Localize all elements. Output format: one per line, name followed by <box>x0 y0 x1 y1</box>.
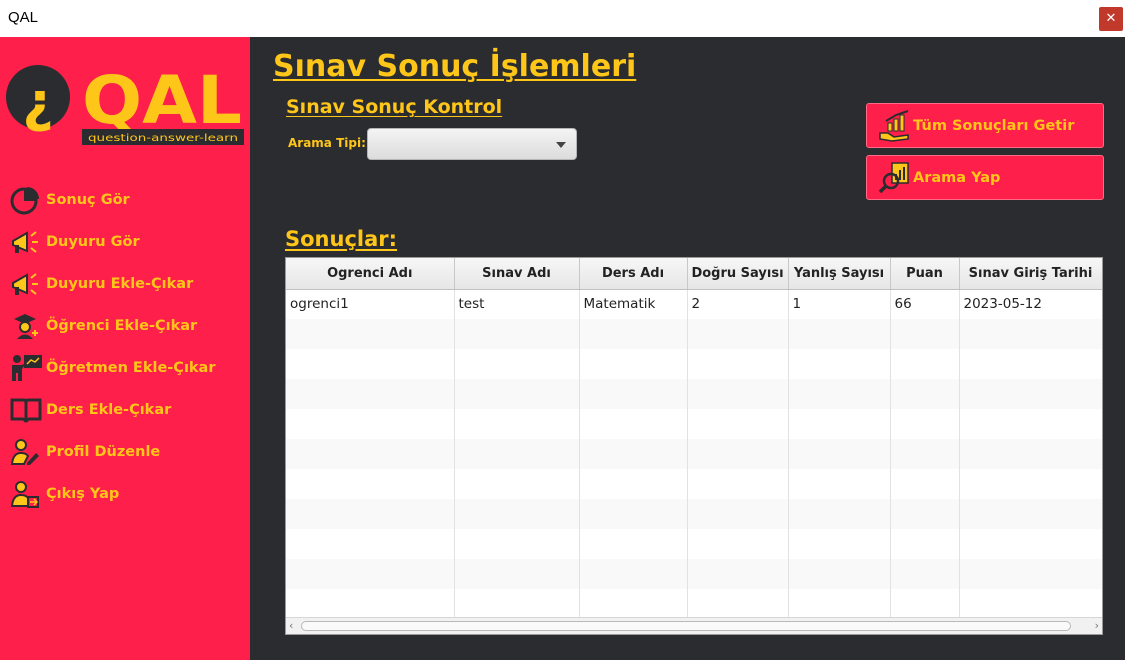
table-cell: 2023-05-12 <box>959 289 1102 319</box>
column-header[interactable]: Ogrenci Adı <box>286 258 455 290</box>
search-button[interactable]: Arama Yap <box>866 155 1104 200</box>
chevron-down-icon <box>556 142 566 148</box>
sidebar-item-label: Profil Düzenle <box>46 444 161 460</box>
sidebar: ¿ QAL question-answer-learn Sonuç Gör Du… <box>0 37 250 660</box>
window-title: QAL <box>8 9 39 26</box>
column-header[interactable]: Doğru Sayısı <box>687 258 789 290</box>
main-panel: Sınav Sonuç İşlemleri Sınav Sonuç Kontro… <box>250 37 1125 660</box>
page-title: Sınav Sonuç İşlemleri <box>273 49 637 84</box>
table-cell: 2 <box>687 289 789 319</box>
logo-tagline: question-answer-learn <box>88 133 238 144</box>
sidebar-item-label: Duyuru Ekle-Çıkar <box>46 276 194 292</box>
empty-table-row <box>286 589 1102 619</box>
logo-text: QAL <box>82 62 242 139</box>
results-table[interactable]: Ogrenci Adı Sınav Adı Ders Adı Doğru Say… <box>285 257 1103 635</box>
column-header[interactable]: Sınav Giriş Tarihi <box>959 258 1102 290</box>
sidebar-item-label: Duyuru Gör <box>46 234 140 250</box>
empty-table-row <box>286 529 1102 559</box>
empty-table-row <box>286 319 1102 349</box>
sidebar-item-sonuc-gor[interactable]: Sonuç Gör <box>10 185 130 215</box>
table-cell: test <box>454 289 580 319</box>
search-button-label: Arama Yap <box>913 169 1001 186</box>
logout-icon <box>10 479 44 509</box>
table-cell: 66 <box>890 289 960 319</box>
table-cell: ogrenci1 <box>286 289 455 319</box>
pie-chart-icon <box>10 185 44 215</box>
sidebar-item-label: Çıkış Yap <box>46 486 120 502</box>
graduate-icon <box>10 311 44 341</box>
empty-table-row <box>286 469 1102 499</box>
column-header[interactable]: Puan <box>890 258 960 290</box>
scrollbar-thumb[interactable] <box>301 621 1071 631</box>
app-logo: ¿ QAL question-answer-learn <box>6 62 244 145</box>
scroll-right-icon[interactable]: › <box>1095 619 1099 632</box>
megaphone-icon <box>10 269 44 299</box>
get-all-results-button[interactable]: Tüm Sonuçları Getir <box>866 103 1104 148</box>
empty-table-row <box>286 439 1102 469</box>
table-cell: 1 <box>788 289 891 319</box>
title-bar: QAL ✕ <box>0 0 1125 37</box>
search-type-label: Arama Tipi: <box>288 136 366 150</box>
empty-table-row <box>286 499 1102 529</box>
teacher-icon <box>10 353 44 383</box>
horizontal-scrollbar[interactable]: ‹ › <box>286 617 1102 634</box>
table-row[interactable]: ogrenci1 test Matematik 2 1 66 2023-05-1… <box>286 289 1102 319</box>
column-header[interactable]: Yanlış Sayısı <box>788 258 891 290</box>
sidebar-item-label: Ders Ekle-Çıkar <box>46 402 172 418</box>
results-title: Sonuçlar: <box>285 227 398 251</box>
sidebar-item-ders-ekle-cikar[interactable]: Ders Ekle-Çıkar <box>10 395 171 425</box>
chart-hand-icon <box>877 108 913 144</box>
table-header-row: Ogrenci Adı Sınav Adı Ders Adı Doğru Say… <box>286 258 1102 290</box>
empty-table-row <box>286 349 1102 379</box>
sidebar-item-cikis-yap[interactable]: Çıkış Yap <box>10 479 119 509</box>
sidebar-item-ogretmen-ekle-cikar[interactable]: Öğretmen Ekle-Çıkar <box>10 353 216 383</box>
sidebar-item-label: Sonuç Gör <box>46 192 130 208</box>
sidebar-item-ogrenci-ekle-cikar[interactable]: Öğrenci Ekle-Çıkar <box>10 311 197 341</box>
sidebar-item-duyuru-ekle-cikar[interactable]: Duyuru Ekle-Çıkar <box>10 269 193 299</box>
book-icon <box>10 395 44 425</box>
column-header[interactable]: Sınav Adı <box>454 258 580 290</box>
sidebar-item-duyuru-gor[interactable]: Duyuru Gör <box>10 227 140 257</box>
scroll-left-icon[interactable]: ‹ <box>289 619 293 632</box>
column-header[interactable]: Ders Adı <box>579 258 688 290</box>
empty-table-row <box>286 379 1102 409</box>
search-type-dropdown[interactable] <box>367 128 577 160</box>
sidebar-item-profil-duzenle[interactable]: Profil Düzenle <box>10 437 160 467</box>
get-all-results-label: Tüm Sonuçları Getir <box>913 117 1075 134</box>
table-cell: Matematik <box>579 289 688 319</box>
empty-table-row <box>286 409 1102 439</box>
sidebar-item-label: Öğrenci Ekle-Çıkar <box>46 318 198 334</box>
user-edit-icon <box>10 437 44 467</box>
section-title: Sınav Sonuç Kontrol <box>286 96 503 118</box>
sidebar-item-label: Öğretmen Ekle-Çıkar <box>46 360 216 376</box>
search-report-icon <box>877 160 913 196</box>
empty-table-row <box>286 559 1102 589</box>
svg-text:¿: ¿ <box>22 71 53 134</box>
inverted-question-mark-icon: ¿ <box>6 65 70 134</box>
megaphone-icon <box>10 227 44 257</box>
close-button[interactable]: ✕ <box>1099 7 1123 31</box>
